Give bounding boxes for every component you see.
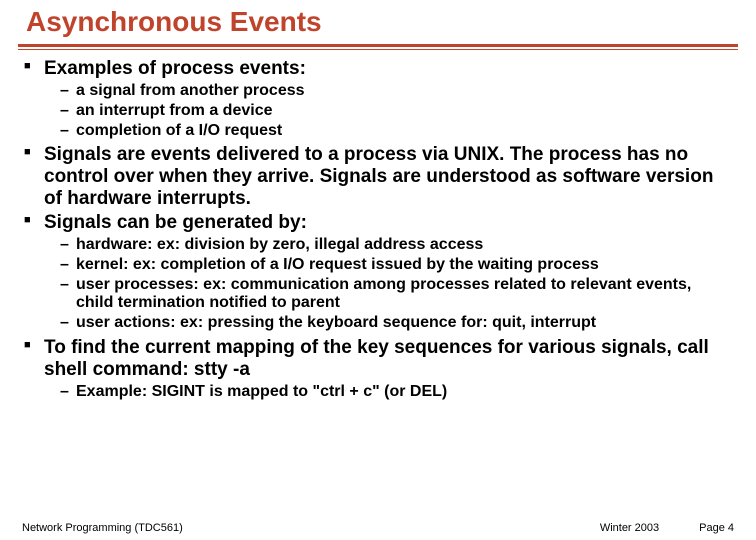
title-rule-thick: [18, 44, 738, 47]
bullet-1-sublist: a signal from another process an interru…: [44, 82, 732, 141]
footer-left: Network Programming (TDC561): [22, 522, 183, 534]
bullet-1b: an interrupt from a device: [44, 102, 732, 121]
bullet-1-text: Examples of process events:: [44, 58, 306, 79]
footer-page: Page 4: [699, 522, 734, 534]
footer-term: Winter 2003: [600, 522, 659, 534]
bullet-4a: Example: SIGINT is mapped to "ctrl + c" …: [44, 383, 732, 402]
bullet-3a: hardware: ex: division by zero, illegal …: [44, 236, 732, 255]
bullet-list: Examples of process events: a signal fro…: [18, 58, 738, 402]
title-rule-thin: [18, 49, 738, 50]
bullet-4-sublist: Example: SIGINT is mapped to "ctrl + c" …: [44, 383, 732, 402]
slide-footer: Network Programming (TDC561) Winter 2003…: [0, 522, 756, 534]
bullet-3-sublist: hardware: ex: division by zero, illegal …: [44, 236, 732, 333]
bullet-3b: kernel: ex: completion of a I/O request …: [44, 256, 732, 275]
bullet-3-text: Signals can be generated by:: [44, 212, 307, 233]
bullet-3: Signals can be generated by: hardware: e…: [18, 212, 738, 333]
bullet-2: Signals are events delivered to a proces…: [18, 144, 738, 210]
bullet-4-text: To find the current mapping of the key s…: [44, 337, 709, 380]
bullet-4: To find the current mapping of the key s…: [18, 337, 738, 402]
bullet-1a: a signal from another process: [44, 82, 732, 101]
bullet-3d: user actions: ex: pressing the keyboard …: [44, 314, 732, 333]
bullet-1: Examples of process events: a signal fro…: [18, 58, 738, 140]
slide-title: Asynchronous Events: [18, 0, 738, 44]
bullet-3c: user processes: ex: communication among …: [44, 276, 732, 314]
bullet-1c: completion of a I/O request: [44, 122, 732, 141]
